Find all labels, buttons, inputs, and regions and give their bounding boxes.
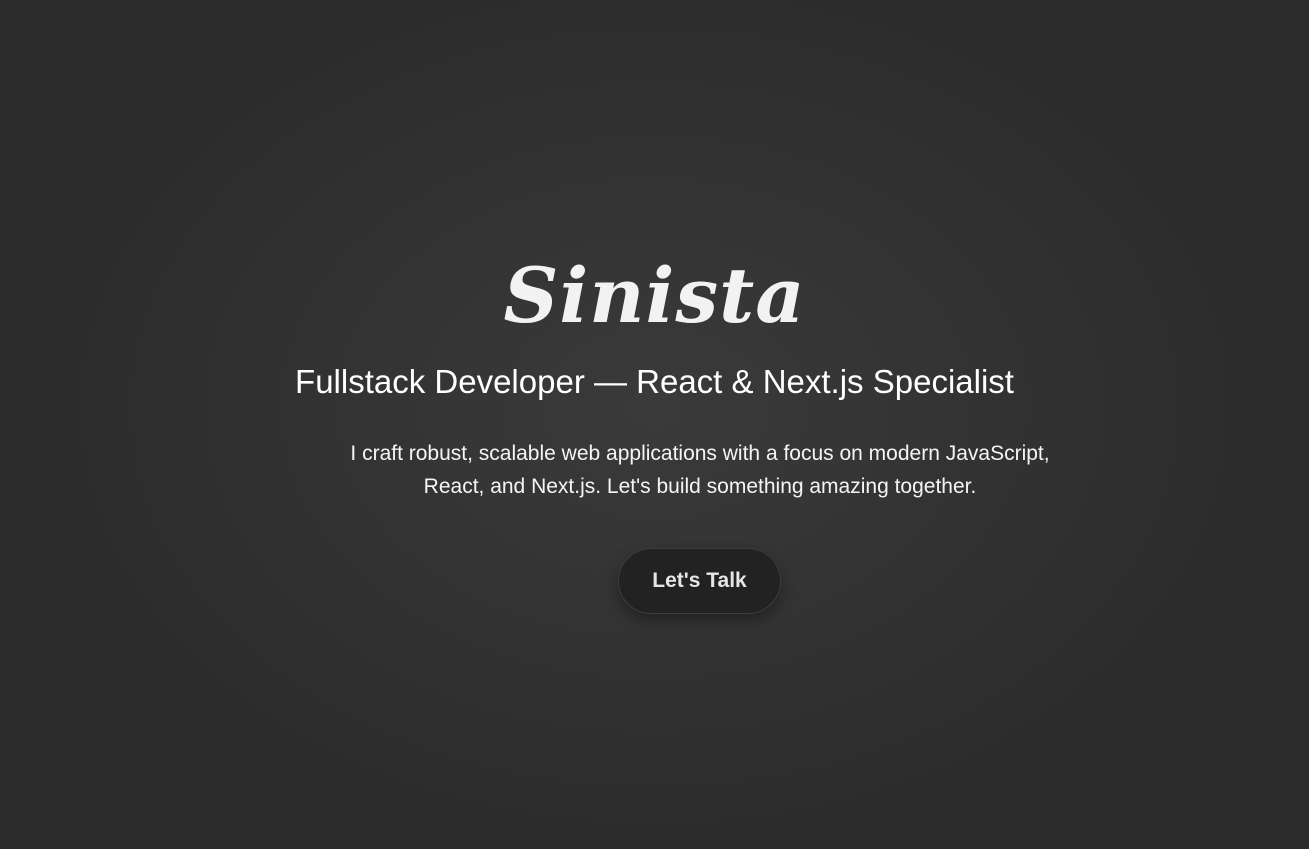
hero-bio-line-2: React, and Next.js. Let's build somethin…	[423, 475, 977, 498]
hero-bio-line-1: I craft robust, scalable web application…	[350, 442, 1050, 465]
hero-headline: Fullstack Developer — React & Next.js Sp…	[295, 363, 1014, 400]
hero-bio: I craft robust, scalable web application…	[304, 437, 1096, 503]
logo-wordmark: Sinista	[503, 251, 806, 340]
hero-section: Sinista Fullstack Developer — React & Ne…	[0, 0, 1309, 849]
lets-talk-button[interactable]: Let's Talk	[618, 548, 781, 614]
